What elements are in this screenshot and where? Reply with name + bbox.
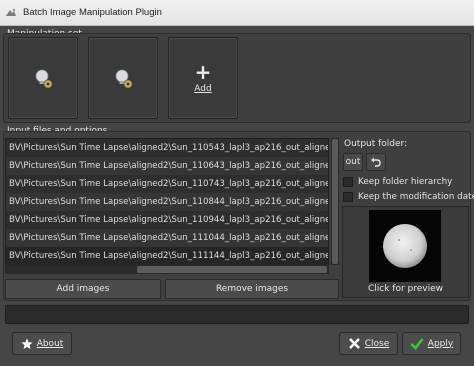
list-item[interactable]: BV\Pictures\Sun Time Lapse\aligned2\Sun_… (6, 211, 328, 229)
close-label: Close (364, 338, 390, 349)
keep-hierarchy-option[interactable]: Keep folder hierarchy (343, 176, 452, 188)
apply-button[interactable]: Apply (402, 332, 461, 355)
list-item[interactable]: BV\Pictures\Sun Time Lapse\aligned2\Sun_… (6, 247, 328, 265)
window-title: Batch Image Manipulation Plugin (23, 7, 162, 18)
list-item[interactable]: BV\Pictures\Sun Time Lapse\aligned2\Sun_… (6, 139, 328, 157)
lightbulb-gear-icon (115, 69, 133, 89)
preview-image (369, 210, 441, 282)
file-list[interactable]: BV\Pictures\Sun Time Lapse\aligned2\Sun_… (5, 138, 329, 274)
checkmark-icon (410, 338, 424, 350)
apply-label: Apply (427, 338, 454, 349)
list-item[interactable]: BV\Pictures\Sun Time Lapse\aligned2\Sun_… (6, 175, 328, 193)
reset-output-button[interactable] (366, 153, 386, 171)
vertical-scrollbar[interactable] (331, 138, 339, 265)
list-item[interactable]: BV\Pictures\Sun Time Lapse\aligned2\Sun_… (6, 193, 328, 211)
add-images-button[interactable]: Add images (5, 279, 161, 299)
manipulation-tile-1[interactable] (8, 37, 78, 119)
app-icon (6, 8, 16, 16)
keep-hierarchy-checkbox[interactable] (343, 177, 353, 187)
undo-arrow-icon (371, 157, 381, 167)
output-folder-button[interactable]: out (343, 153, 363, 171)
star-icon (21, 338, 33, 349)
manipulation-tile-2[interactable] (88, 37, 158, 119)
about-button[interactable]: About (12, 332, 72, 355)
list-item[interactable]: BV\Pictures\Sun Time Lapse\aligned2\Sun_… (6, 229, 328, 247)
preview-caption: Click for preview (367, 284, 444, 294)
title-bar: Batch Image Manipulation Plugin (0, 0, 474, 26)
plus-icon: + (194, 60, 212, 84)
horizontal-scrollbar[interactable] (5, 265, 329, 274)
add-manipulation-button[interactable]: + Add (168, 37, 238, 119)
keep-dates-option[interactable]: Keep the modification dates (343, 191, 474, 203)
output-folder-label: Output folder: (344, 139, 408, 149)
progress-bar (5, 305, 469, 324)
sun-image (383, 224, 427, 268)
close-button[interactable]: Close (339, 332, 398, 355)
keep-hierarchy-label: Keep folder hierarchy (358, 177, 453, 187)
lightbulb-gear-icon (35, 69, 53, 89)
preview-button[interactable]: Click for preview (342, 206, 469, 298)
remove-images-button[interactable]: Remove images (165, 279, 339, 299)
add-label: Add (194, 84, 212, 94)
close-icon (348, 338, 360, 349)
keep-dates-checkbox[interactable] (343, 192, 353, 202)
scrollbar-thumb[interactable] (332, 139, 338, 264)
scrollbar-thumb[interactable] (137, 266, 327, 273)
list-item[interactable]: BV\Pictures\Sun Time Lapse\aligned2\Sun_… (6, 157, 328, 175)
about-label: About (36, 338, 64, 349)
keep-dates-label: Keep the modification dates (358, 192, 474, 202)
